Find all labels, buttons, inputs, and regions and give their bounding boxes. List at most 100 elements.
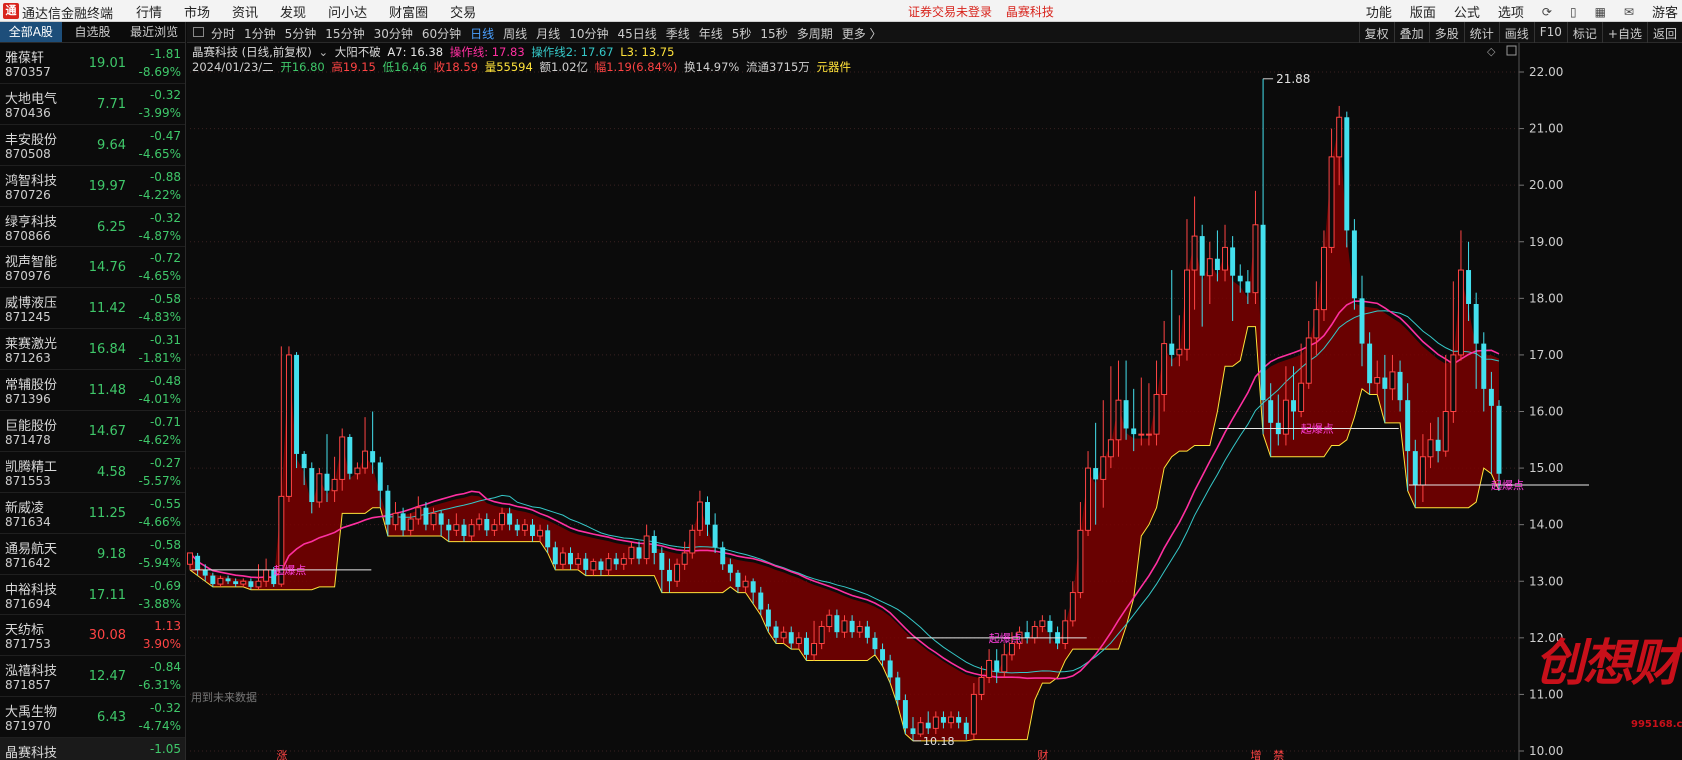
candle-body-up <box>263 569 270 582</box>
grid-icon[interactable]: ▦ <box>1595 5 1606 19</box>
stock-list-item[interactable]: 晶赛科技 -1.05 <box>0 738 185 760</box>
period-toolbar: 分时 1分钟 5分钟 15分钟 30分钟 60分钟 日线 周线 月线 10分钟 45日线 季线 年线 5秒… <box>187 22 1682 45</box>
period-tab[interactable]: 15分钟 <box>325 25 364 42</box>
chart-tool-button[interactable]: 叠加 <box>1393 22 1429 45</box>
stock-list-item[interactable]: 巨能股份 871478 14.67 -0.71 -4.62% <box>0 411 185 452</box>
chart-tool-button[interactable]: 标记 <box>1566 22 1602 45</box>
period-tab[interactable]: 1分钟 <box>244 25 276 42</box>
refresh-icon[interactable]: ⟳ <box>1542 5 1552 19</box>
stock-change-pct: -1.81% <box>138 351 181 366</box>
candle-body-up <box>339 436 346 480</box>
sector-label[interactable]: 元器件 <box>816 60 851 74</box>
l3-value: L3: 13.75 <box>620 45 675 59</box>
menu-trade[interactable]: 交易 <box>450 2 476 21</box>
menu-discover[interactable]: 发现 <box>280 2 306 21</box>
menu-layout[interactable]: 版面 <box>1410 2 1436 21</box>
tab-all-a-shares[interactable]: 全部A股 <box>0 22 62 42</box>
candle-body-down <box>1488 388 1494 406</box>
candle-body-down <box>1131 428 1137 435</box>
period-tab[interactable]: 30分钟 <box>374 25 413 42</box>
candle-body-up <box>187 552 193 565</box>
kline-chart-svg[interactable]: 22.00 21.00 20.00 19.00 18.00 17.00 16.00 15.00… <box>187 43 1682 760</box>
menu-quotes[interactable]: 行情 <box>136 2 162 21</box>
login-status[interactable]: 证券交易未登录 <box>908 5 992 19</box>
stock-list-tabs: 全部A股 自选股 最近浏览 <box>0 22 185 43</box>
stock-list-item[interactable]: 泓禧科技 871857 12.47 -0.84 -6.31% <box>0 656 185 698</box>
panel-toggle-icon[interactable] <box>193 27 204 37</box>
candle-body-up <box>1077 529 1084 594</box>
period-tab[interactable]: 季线 <box>666 25 690 42</box>
stock-code: 871857 <box>5 678 51 693</box>
period-tab[interactable]: 多周期 <box>797 25 833 42</box>
period-tab[interactable]: 60分钟 <box>422 25 461 42</box>
tab-recent[interactable]: 最近浏览 <box>123 22 185 42</box>
candle-body-down <box>773 626 779 638</box>
period-tab[interactable]: 10分钟 <box>569 25 608 42</box>
candle-body-up <box>1389 371 1396 390</box>
period-tab[interactable]: 分时 <box>211 25 235 42</box>
period-tab[interactable]: 5秒 <box>732 25 752 42</box>
candle-body-down <box>1123 400 1129 429</box>
stock-list-item[interactable]: 雅葆轩 870357 19.01 -1.81 -8.69% <box>0 43 185 84</box>
chart-tool-button[interactable]: 多股 <box>1428 22 1464 45</box>
candle-body-up <box>1427 439 1434 458</box>
stock-list-item[interactable]: 中裕科技 871694 17.11 -0.69 -3.88% <box>0 575 185 616</box>
stock-list-item[interactable]: 凯腾精工 871553 4.58 -0.27 -5.57% <box>0 452 185 493</box>
stock-change-pct: -4.62% <box>138 433 181 448</box>
menu-market[interactable]: 市场 <box>184 2 210 21</box>
chart-tool-button[interactable]: 统计 <box>1463 22 1499 45</box>
menu-formula[interactable]: 公式 <box>1454 2 1480 21</box>
phone-icon[interactable]: ▯ <box>1570 5 1577 19</box>
user-guest[interactable]: 游客 <box>1652 2 1678 21</box>
chart-tool-button[interactable]: 画线 <box>1498 22 1534 45</box>
period-tab[interactable]: 更多 〉 <box>842 25 882 42</box>
period-tab[interactable]: 15秒 <box>760 25 787 42</box>
stock-list-item[interactable]: 新威凌 871634 11.25 -0.55 -4.66% <box>0 493 185 534</box>
kline-chart[interactable]: 22.00 21.00 20.00 19.00 18.00 17.00 16.00 15.00… <box>187 43 1682 760</box>
stock-code: 871970 <box>5 719 51 734</box>
candle-body-up <box>1031 626 1038 639</box>
candle-body-down <box>461 524 467 536</box>
stock-list-item[interactable]: 威博液压 871245 11.42 -0.58 -4.83% <box>0 288 185 330</box>
menu-function[interactable]: 功能 <box>1366 2 1392 21</box>
chart-tool-button[interactable]: 返回 <box>1646 22 1682 45</box>
stock-price: 11.25 <box>88 505 126 521</box>
stock-price: 6.25 <box>97 219 126 235</box>
menu-wealth-circle[interactable]: 财富圈 <box>389 2 428 21</box>
period-tab[interactable]: 年线 <box>699 25 723 42</box>
period-tab[interactable]: 月线 <box>536 25 560 42</box>
mail-icon[interactable]: ✉ <box>1624 5 1634 19</box>
stock-list-item[interactable]: 通易航天 871642 9.18 -0.58 -5.94% <box>0 534 185 575</box>
period-tab[interactable]: 45日线 <box>617 25 656 42</box>
menu-options[interactable]: 选项 <box>1498 2 1524 21</box>
stock-list-item[interactable]: 莱赛激光 871263 16.84 -0.31 -1.81% <box>0 329 185 371</box>
period-tab[interactable]: 5分钟 <box>285 25 317 42</box>
stock-list-item[interactable]: 大禹生物 871970 6.43 -0.32 -4.74% <box>0 697 185 739</box>
stock-list-item[interactable]: 天纺标 871753 30.08 1.13 3.90% <box>0 615 185 657</box>
candle-body-down <box>727 564 733 573</box>
indicator-dropdown-icon[interactable]: ⌄ <box>318 45 328 59</box>
stock-list-item[interactable]: 丰安股份 870508 9.64 -0.47 -4.65% <box>0 125 185 166</box>
chart-tool-button[interactable]: 复权 <box>1358 22 1394 45</box>
stock-list-item[interactable]: 常辅股份 871396 11.48 -0.48 -4.01% <box>0 370 185 412</box>
candle-body-up <box>407 518 414 531</box>
chart-tool-button[interactable]: +自选 <box>1601 22 1647 45</box>
chart-tool-button[interactable]: F10 <box>1533 22 1567 45</box>
indicator-name[interactable]: 大阳不破 <box>335 45 381 59</box>
menu-ask[interactable]: 问小达 <box>328 2 367 21</box>
period-tab[interactable]: 周线 <box>503 25 527 42</box>
candle-body-up <box>826 614 833 628</box>
y-tick-label: 22.00 <box>1529 65 1563 79</box>
menu-news[interactable]: 资讯 <box>232 2 258 21</box>
stock-list-item[interactable]: 大地电气 870436 7.71 -0.32 -3.99% <box>0 84 185 125</box>
stock-list-item[interactable]: 绿亨科技 870866 6.25 -0.32 -4.87% <box>0 207 185 248</box>
tab-watchlist[interactable]: 自选股 <box>62 22 124 42</box>
stock-list-item[interactable]: 鸿智科技 870726 19.97 -0.88 -4.22% <box>0 166 185 207</box>
candle-body-up <box>620 558 627 565</box>
candle-body-down <box>1047 620 1053 633</box>
stock-list-item[interactable]: 视声智能 870976 14.76 -0.72 -4.65% <box>0 247 185 289</box>
stock-price: 19.01 <box>88 56 126 71</box>
signal-label: 起爆点 <box>273 563 306 577</box>
candle-body-up <box>285 354 292 497</box>
period-tab[interactable]: 日线 <box>470 25 494 42</box>
